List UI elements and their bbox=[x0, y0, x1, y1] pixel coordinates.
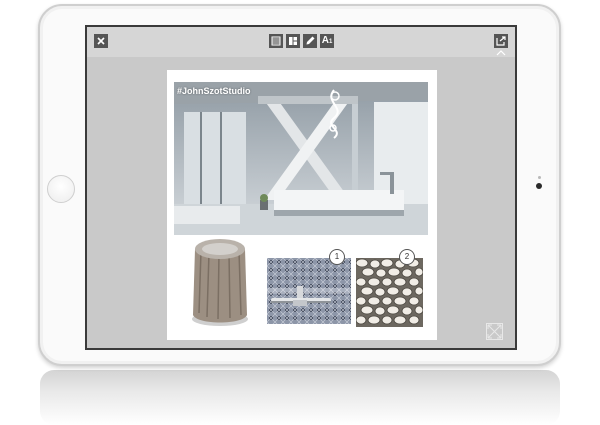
collapse-chevron-icon[interactable] bbox=[496, 50, 506, 56]
close-icon bbox=[97, 37, 105, 45]
interior-photo-image bbox=[174, 82, 428, 235]
app-screen: A1 #JohnSzotStudio 1 2 bbox=[85, 25, 517, 350]
sensor-dot bbox=[538, 176, 541, 179]
item-badge-2[interactable]: 2 bbox=[399, 249, 415, 265]
close-button[interactable] bbox=[94, 34, 108, 48]
text-size-icon: A1 bbox=[321, 35, 333, 46]
expand-icon[interactable] bbox=[486, 323, 503, 340]
pebble-image bbox=[356, 258, 423, 325]
pencil-button[interactable] bbox=[303, 34, 317, 48]
wood-stump-stool[interactable] bbox=[187, 235, 253, 327]
device-reflection bbox=[40, 370, 560, 425]
item-badge-1[interactable]: 1 bbox=[329, 249, 345, 265]
grid-layout-icon bbox=[271, 36, 281, 46]
columns-layout-button[interactable] bbox=[286, 34, 300, 48]
interior-photo[interactable]: #JohnSzotStudio bbox=[174, 82, 428, 235]
top-toolbar: A1 bbox=[87, 27, 515, 57]
grid-layout-button[interactable] bbox=[269, 34, 283, 48]
export-icon bbox=[496, 36, 506, 46]
faucet-tile-image bbox=[267, 258, 351, 324]
columns-layout-icon bbox=[289, 37, 297, 45]
photo-hashtag: #JohnSzotStudio bbox=[177, 86, 251, 96]
export-button[interactable] bbox=[494, 34, 508, 48]
faucet-on-tile[interactable] bbox=[267, 258, 351, 324]
text-size-button[interactable]: A1 bbox=[320, 34, 334, 48]
mood-board[interactable]: #JohnSzotStudio 1 2 bbox=[167, 70, 437, 340]
front-camera bbox=[536, 183, 542, 189]
pebble-stones[interactable] bbox=[356, 258, 423, 327]
pencil-icon bbox=[306, 36, 315, 45]
home-button[interactable] bbox=[47, 175, 75, 203]
